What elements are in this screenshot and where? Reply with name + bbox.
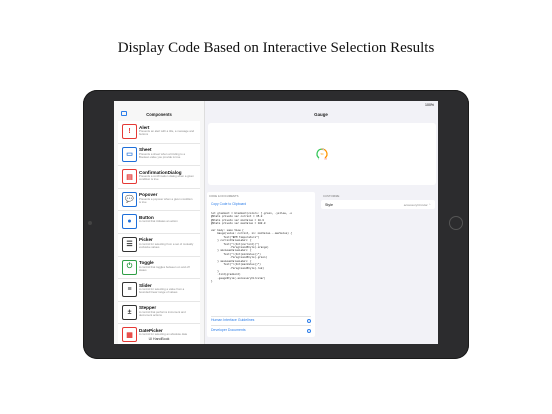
divider xyxy=(211,316,311,317)
code-section-header: CODE & DOCUMENTS xyxy=(209,194,239,198)
gauge-value: 50 xyxy=(321,153,324,156)
gauge-min: 0 xyxy=(318,159,319,161)
copy-code-button[interactable]: Copy Code to Clipboard xyxy=(211,202,246,206)
sidebar-item-description: A control that performs increment and de… xyxy=(139,309,186,317)
gauge-max: 100 xyxy=(324,159,327,161)
sidebar-item-alert[interactable]: ! Alert Presents an alert with a title, a … xyxy=(118,121,200,144)
sidebar-item-picker[interactable]: ☰ Picker A control for selecting from a se… xyxy=(118,233,200,257)
warning-icon: ! xyxy=(122,124,137,139)
gauge-preview: 50 0 100 xyxy=(208,123,436,185)
sidebar-title: Components xyxy=(146,112,172,117)
sidebar-item-datepicker[interactable]: ▦ DatePicker A control for selecting an ab… xyxy=(118,324,200,344)
sidebar-item-description: Presents a confirmation dialog when a gi… xyxy=(139,174,194,182)
promo-headline: Display Code Based on Interactive Select… xyxy=(117,40,435,56)
stepper-icon: ± xyxy=(122,304,137,320)
hig-link[interactable]: Human Interface Guidelines xyxy=(211,318,254,322)
dialog-icon: ▤ xyxy=(122,169,137,185)
sidebar: Components ! Alert Presents an alert with … xyxy=(114,101,205,344)
sheet-icon: ▭ xyxy=(122,146,137,162)
sidebar-item-description: Presents a popover when a given conditio… xyxy=(139,196,193,204)
toggle-icon: ⏻ xyxy=(122,259,137,275)
picker-icon: ☰ xyxy=(122,236,137,252)
sidebar-item-description: A control for selecting a value from a b… xyxy=(139,287,185,295)
sidebar-item-stepper[interactable]: ± Stepper A control that performs incremen… xyxy=(118,301,200,325)
component-list: ! Alert Presents an alert with a title, a … xyxy=(118,121,200,344)
divider xyxy=(211,325,311,326)
button-icon: ● xyxy=(122,214,137,230)
sidebar-item-popover[interactable]: 💬 Popover Presents a popover when a given … xyxy=(118,188,200,212)
gauge-circular: 50 0 100 xyxy=(316,148,328,161)
sidebar-item-description: Presents a sheet when a binding to a Boo… xyxy=(139,151,186,159)
customize-header: CUSTOMIZE xyxy=(323,194,340,198)
customize-card: CUSTOMIZE Style accessoryCircular ⌃ xyxy=(321,192,435,215)
sidebar-item-confirmationdialog[interactable]: ▤ ConfirmationDialog Presents a confirmati… xyxy=(118,166,200,189)
home-button[interactable] xyxy=(449,216,463,230)
popover-icon: 💬 xyxy=(122,191,137,207)
detail-title: Gauge xyxy=(314,112,328,117)
sidebar-item-description: A control that toggles between on and of… xyxy=(139,264,190,272)
style-value: accessoryCircular ⌃ xyxy=(403,202,431,207)
sidebar-item-slider[interactable]: ≡ Slider A control for selecting a value f… xyxy=(118,279,200,302)
app-screen: 09:41 Tue Dec 17 100% Components !AlertP… xyxy=(114,101,438,344)
sidebar-footer: UI HandBook xyxy=(148,337,170,341)
code-block: let gradient = Gradient(colors: [.green,… xyxy=(211,212,292,284)
style-label: Style xyxy=(325,202,333,207)
sidebar-item-sheet[interactable]: ▭ Sheet Presents a sheet when a binding to… xyxy=(118,143,200,167)
sidebar-item-description: A control that initiates an action xyxy=(139,219,178,224)
code-card: CODE & DOCUMENTS Copy Code to Clipboard … xyxy=(207,192,315,337)
info-icon[interactable] xyxy=(307,328,311,333)
style-picker-row[interactable]: Style accessoryCircular ⌃ xyxy=(321,200,435,209)
gauge-indicator xyxy=(322,148,325,151)
info-icon[interactable] xyxy=(307,318,311,323)
sidebar-item-description: A control for selecting from a set of mu… xyxy=(139,241,194,250)
sidebar-item-description: Presents an alert with a title, a messag… xyxy=(139,129,195,137)
sidebar-item-toggle[interactable]: ⏻ Toggle A control that toggles between on… xyxy=(118,256,200,280)
front-camera xyxy=(88,221,92,225)
developer-docs-link[interactable]: Developer Documents xyxy=(211,328,246,332)
battery-indicator: 100% xyxy=(425,102,434,107)
sidebar-item-button[interactable]: ● Button A control that initiates an actio… xyxy=(118,211,200,234)
slider-icon: ≡ xyxy=(122,282,137,298)
